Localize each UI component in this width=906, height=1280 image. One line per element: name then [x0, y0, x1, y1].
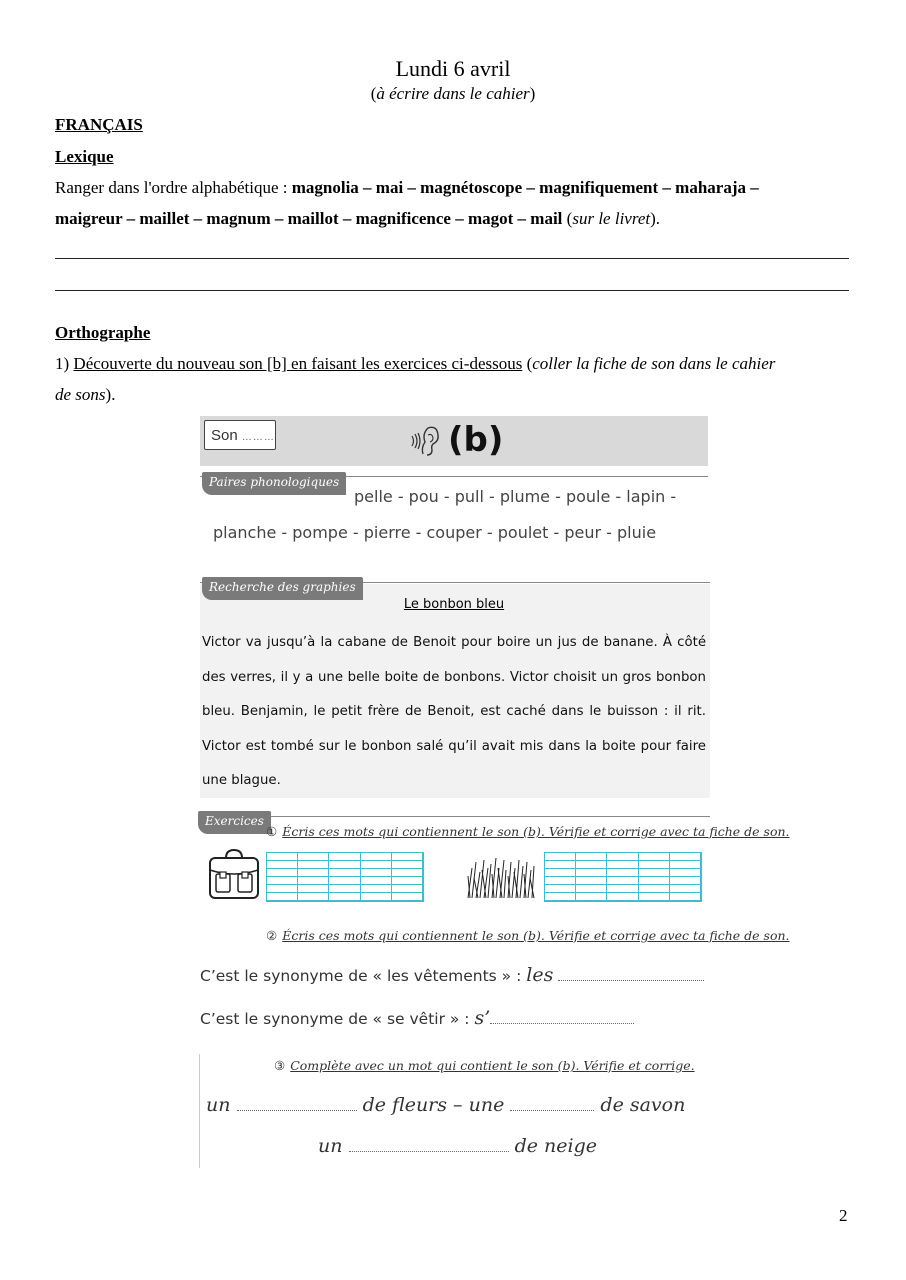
son-scroll-label: Son ……… — [204, 420, 276, 450]
lexique-instruction: Ranger dans l'ordre alphabétique : magno… — [55, 172, 849, 234]
sound-symbol: (b) — [448, 420, 504, 460]
item-title: Découverte du nouveau son [b] en faisant… — [73, 354, 523, 373]
exercise-3-text: Complète avec un mot qui contient le son… — [290, 1058, 695, 1073]
synonym-1-start: les — [526, 964, 554, 986]
exercise-2-text: Écris ces mots qui contiennent le son (b… — [282, 928, 790, 943]
synonym-line-2: C’est le synonyme de « se vêtir » : s’ — [200, 1007, 635, 1029]
lexique-note: sur le livret — [572, 209, 651, 228]
item-note-1: coller la fiche de son dans le cahier — [532, 354, 776, 373]
tag-exercices: Exercices — [198, 811, 271, 834]
answer-line-2[interactable] — [55, 290, 849, 291]
row1-word-2: de fleurs – une — [362, 1094, 505, 1116]
son-label: Son — [211, 427, 238, 444]
pairs-line-2: planche - pompe - pierre - couper - poul… — [213, 523, 657, 542]
section-heading-francais: FRANÇAIS — [55, 115, 143, 134]
page-number: 2 — [839, 1206, 848, 1225]
subtitle-paren-close: ) — [529, 84, 536, 103]
divider — [200, 816, 710, 817]
exercise-2-instruction: ② Écris ces mots qui contiennent le son (… — [266, 928, 790, 943]
row1-word-1: un — [206, 1094, 231, 1116]
synonym-line-1: C’est le synonyme de « les vêtements » :… — [200, 964, 705, 986]
sound-worksheet: Son ……… (b) Paires phonologiques pelle -… — [196, 414, 790, 1170]
grass-bush-icon — [467, 858, 535, 899]
story-title: Le bonbon bleu — [403, 597, 505, 612]
complete-row-1: un de fleurs – une de savon — [206, 1094, 685, 1116]
synonym-1-blank[interactable] — [558, 979, 705, 981]
synonym-2-start: s’ — [474, 1007, 491, 1029]
exercise-1-number: ① — [266, 824, 278, 839]
orthographe-heading: Orthographe — [55, 323, 151, 342]
lexique-words-line2: maigreur – maillet – magnum – maillot – … — [55, 209, 563, 228]
son-dots: ……… — [241, 432, 275, 443]
exercise-2-number: ② — [266, 928, 278, 943]
note-close: ). — [650, 209, 661, 228]
complete-row-2: un de neige — [318, 1135, 597, 1157]
margin-line — [199, 1054, 200, 1168]
subtitle-text: à écrire dans le cahier — [376, 84, 530, 103]
item-paren-open: ( — [522, 354, 533, 373]
item-paren-close: ). — [105, 385, 116, 404]
story-text: Victor va jusqu’à la cabane de Benoit po… — [202, 635, 706, 788]
pairs-line-1: pelle - pou - pull - plume - poule - lap… — [354, 487, 677, 506]
writing-grid-1[interactable] — [266, 852, 424, 902]
writing-grid-2[interactable] — [544, 852, 702, 902]
lexique-heading: Lexique — [55, 147, 114, 166]
exercise-1-text: Écris ces mots qui contiennent le son (b… — [282, 824, 790, 839]
row1-word-3: de savon — [600, 1094, 686, 1116]
note-open: ( — [562, 209, 573, 228]
item-number: 1) — [55, 354, 74, 373]
lexique-words-line1: magnolia – mai – magnétoscope – magnifiq… — [291, 178, 759, 197]
page-subtitle: (à écrire dans le cahier) — [0, 84, 906, 104]
exercise-3-number: ③ — [274, 1058, 286, 1073]
schoolbag-icon — [209, 848, 259, 899]
exercise-1-instruction: ① Écris ces mots qui contiennent le son (… — [266, 824, 790, 839]
page-title: Lundi 6 avril — [395, 56, 511, 81]
tag-paires: Paires phonologiques — [202, 472, 347, 495]
exercise-3-instruction: ③ Complète avec un mot qui contient le so… — [274, 1058, 695, 1073]
row1-blank-1[interactable] — [236, 1109, 357, 1111]
lexique-instruction-text: Ranger dans l'ordre alphabétique : — [55, 178, 292, 197]
synonym-2-blank[interactable] — [490, 1022, 635, 1024]
synonym-1-prompt: C’est le synonyme de « les vêtements » : — [200, 967, 522, 985]
answer-line-1[interactable] — [55, 258, 849, 259]
orthographe-item-1: 1) Découverte du nouveau son [b] en fais… — [55, 348, 849, 410]
row2-word-2: de neige — [514, 1135, 597, 1157]
row2-word-1: un — [318, 1135, 343, 1157]
item-note-2: de sons — [55, 385, 106, 404]
row2-blank-1[interactable] — [348, 1150, 509, 1152]
synonym-2-prompt: C’est le synonyme de « se vêtir » : — [200, 1010, 470, 1028]
ear-listen-icon — [411, 426, 439, 456]
row1-blank-2[interactable] — [510, 1109, 595, 1111]
